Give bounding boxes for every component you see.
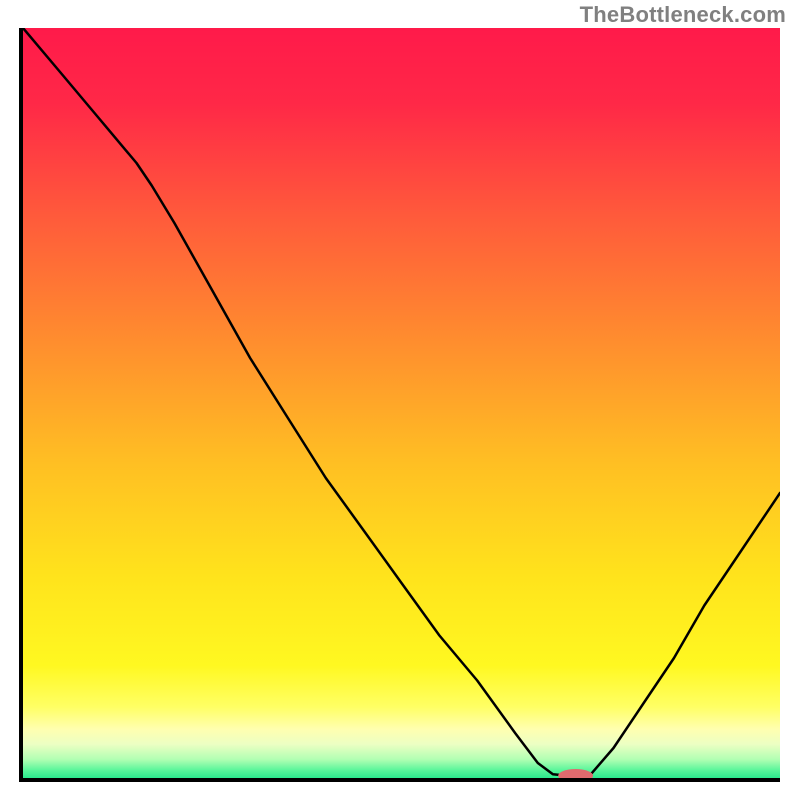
chart-background-gradient [23,28,780,778]
chart-plot-area [19,28,780,782]
chart-svg [23,28,780,778]
watermark-text: TheBottleneck.com [580,2,786,28]
